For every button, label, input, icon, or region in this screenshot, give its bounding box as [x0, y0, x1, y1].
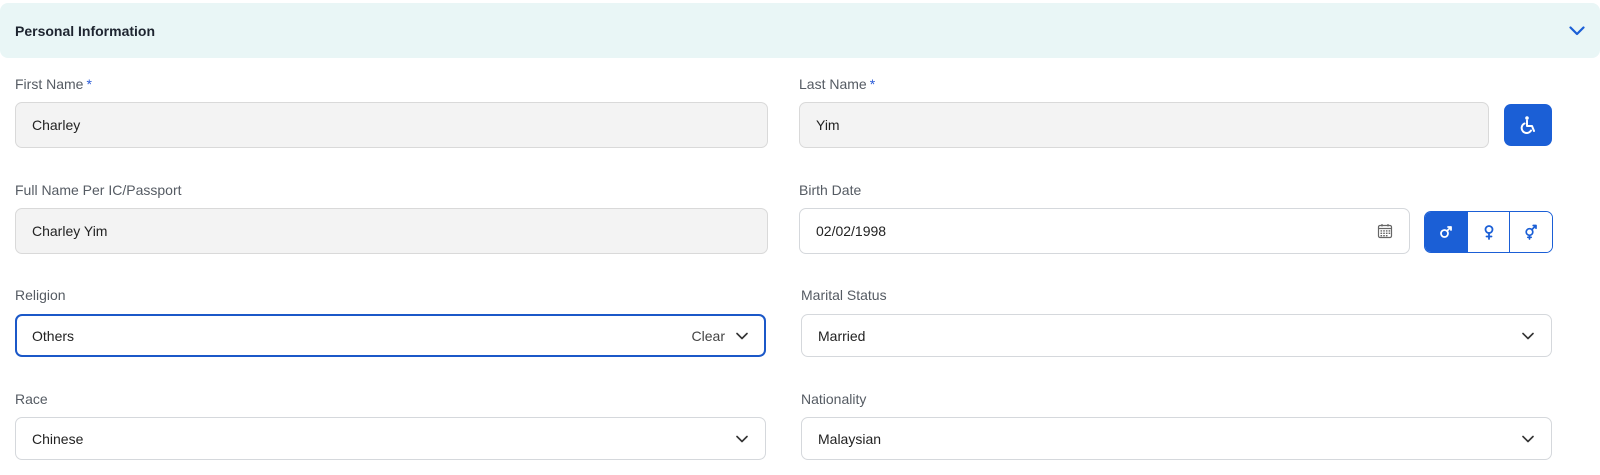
chevron-down-icon[interactable] — [735, 432, 749, 446]
first-name-value: Charley — [32, 117, 81, 133]
chevron-down-icon[interactable] — [1521, 432, 1535, 446]
nationality-value: Malaysian — [818, 430, 882, 447]
wheelchair-icon — [1518, 115, 1538, 135]
birth-date-field[interactable]: 02/02/1998 — [799, 208, 1410, 254]
chevron-down-icon[interactable] — [1521, 329, 1535, 343]
birth-date-value: 02/02/1998 — [816, 223, 887, 239]
first-name-field[interactable]: Charley — [15, 102, 768, 148]
full-name-value: Charley Yim — [32, 223, 108, 239]
full-name-field[interactable]: Charley Yim — [15, 208, 768, 254]
last-name-label-text: Last Name — [799, 76, 867, 92]
last-name-field[interactable]: Yim — [799, 102, 1489, 148]
section-title: Personal Information — [15, 22, 156, 39]
full-name-label: Full Name Per IC/Passport — [15, 182, 182, 198]
other-gender-icon — [1523, 224, 1539, 240]
female-icon — [1481, 224, 1497, 240]
race-select[interactable]: Chinese — [15, 417, 766, 460]
religion-select[interactable]: Others Clear — [15, 314, 766, 357]
marital-status-select[interactable]: Married — [801, 314, 1552, 357]
clear-button[interactable]: Clear — [692, 328, 725, 344]
nationality-select[interactable]: Malaysian — [801, 417, 1552, 460]
chevron-down-icon[interactable] — [1569, 23, 1585, 39]
gender-female-button[interactable] — [1466, 212, 1510, 252]
required-marker: * — [869, 76, 876, 92]
gender-male-button[interactable] — [1425, 212, 1467, 252]
chevron-down-icon[interactable] — [735, 329, 749, 343]
religion-value: Others — [32, 327, 75, 344]
last-name-label: Last Name * — [799, 76, 875, 92]
nationality-label: Nationality — [801, 391, 867, 407]
first-name-label: First Name * — [15, 76, 92, 92]
section-header[interactable]: Personal Information — [0, 3, 1600, 58]
marital-status-label: Marital Status — [801, 287, 887, 303]
male-icon — [1438, 224, 1454, 240]
last-name-value: Yim — [816, 117, 840, 133]
religion-label: Religion — [15, 287, 66, 303]
birth-date-label: Birth Date — [799, 182, 862, 198]
race-label: Race — [15, 391, 48, 407]
first-name-label-text: First Name — [15, 76, 84, 92]
marital-status-value: Married — [818, 327, 866, 344]
disability-button[interactable] — [1504, 104, 1552, 146]
calendar-icon[interactable] — [1377, 223, 1393, 239]
race-value: Chinese — [32, 430, 84, 447]
gender-toggle-group — [1424, 211, 1553, 253]
required-marker: * — [86, 76, 92, 92]
gender-other-button[interactable] — [1509, 212, 1552, 252]
